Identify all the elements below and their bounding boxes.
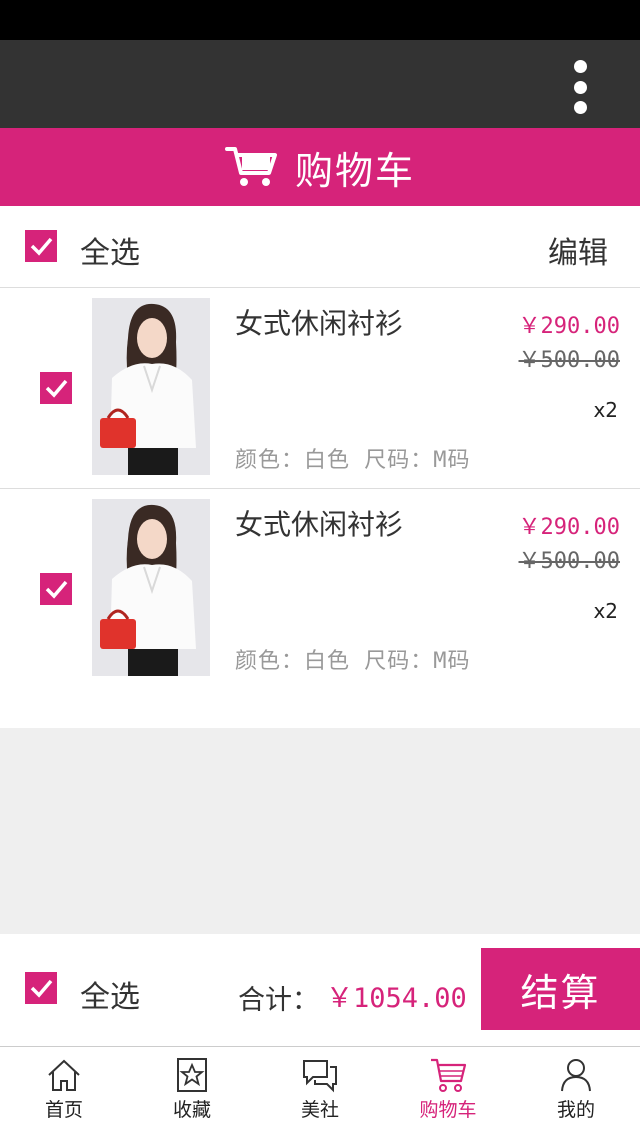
- app-bar: [0, 40, 640, 128]
- cart-item: 女式休闲衬衫 ￥290.00 ￥500.00 x2 颜色：白色 尺码：M码: [0, 489, 640, 690]
- tab-label: 首页: [44, 1099, 83, 1121]
- checkout-select-all-label: 全选: [80, 980, 140, 1015]
- product-spec: 颜色：白色 尺码：M码: [235, 448, 471, 473]
- product-quantity: x2: [593, 599, 618, 623]
- product-name[interactable]: 女式休闲衬衫: [235, 302, 403, 342]
- more-dot: [573, 80, 587, 94]
- bottom-tab-bar: 首页 收藏 美社 购物车 我的: [0, 1046, 640, 1136]
- user-icon: [561, 1059, 591, 1092]
- product-name[interactable]: 女式休闲衬衫: [235, 503, 403, 543]
- cart-icon: [431, 1058, 467, 1092]
- product-image[interactable]: [92, 298, 210, 475]
- tab-profile[interactable]: 我的: [512, 1047, 640, 1136]
- more-dot: [573, 60, 587, 73]
- cart-list: 女式休闲衬衫 ￥290.00 ￥500.00 x2 颜色：白色 尺码：M码 女式…: [0, 288, 640, 728]
- product-price: ￥290.00: [518, 515, 620, 540]
- product-spec: 颜色：白色 尺码：M码: [235, 649, 471, 674]
- tab-label: 美社: [300, 1099, 339, 1121]
- product-quantity: x2: [593, 398, 618, 422]
- tab-home[interactable]: 首页: [0, 1047, 128, 1136]
- checkout-bar: 全选 合计： ￥1054.00 结算: [0, 934, 640, 1046]
- cart-icon: [224, 147, 277, 186]
- select-all-row: 全选 编辑: [0, 206, 640, 288]
- total-amount: ￥1054.00: [326, 983, 467, 1014]
- tab-label: 收藏: [172, 1099, 211, 1121]
- tab-community[interactable]: 美社: [256, 1047, 384, 1136]
- cart-item: 女式休闲衬衫 ￥290.00 ￥500.00 x2 颜色：白色 尺码：M码: [0, 288, 640, 489]
- star-icon: [177, 1058, 207, 1092]
- total-label: 合计：: [238, 985, 319, 1016]
- product-original-price: ￥500.00: [518, 348, 620, 373]
- status-bar: [0, 0, 640, 40]
- tab-cart[interactable]: 购物车: [384, 1047, 512, 1136]
- product-original-price: ￥500.00: [518, 549, 620, 574]
- page-title: 购物车: [294, 148, 415, 193]
- more-dot: [573, 101, 587, 114]
- page-header: 购物车: [0, 128, 640, 206]
- tab-label: 我的: [556, 1099, 595, 1121]
- select-all-checkbox[interactable]: [25, 230, 57, 262]
- tab-favorites[interactable]: 收藏: [128, 1047, 256, 1136]
- edit-button[interactable]: 编辑: [548, 228, 608, 272]
- more-menu-button[interactable]: [568, 60, 592, 114]
- home-icon: [48, 1059, 80, 1091]
- checkout-select-all-checkbox[interactable]: [25, 972, 57, 1004]
- checkout-button[interactable]: 结算: [481, 948, 640, 1030]
- item-checkbox[interactable]: [40, 573, 72, 605]
- chat-icon: [303, 1060, 337, 1093]
- item-checkbox[interactable]: [40, 372, 72, 404]
- product-price: ￥290.00: [518, 314, 620, 339]
- product-image[interactable]: [92, 499, 210, 676]
- select-all-label: 全选: [80, 236, 140, 271]
- tab-label: 购物车: [419, 1099, 477, 1121]
